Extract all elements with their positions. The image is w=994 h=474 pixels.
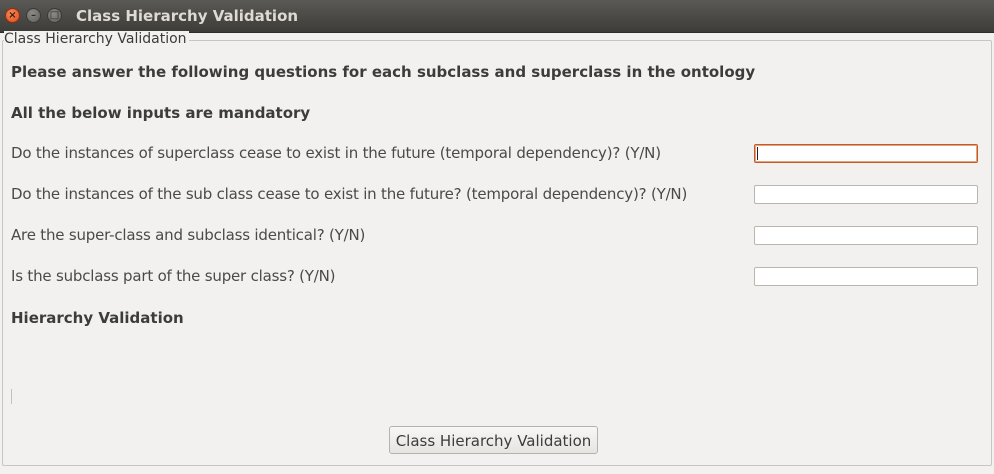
result-text-area xyxy=(11,389,12,404)
text-caret xyxy=(757,147,758,160)
result-heading: Hierarchy Validation xyxy=(11,309,184,327)
close-icon[interactable]: × xyxy=(5,8,20,23)
question-identical: Are the super-class and subclass identic… xyxy=(11,226,366,244)
answer-temporal-superclass-input[interactable] xyxy=(754,144,978,163)
answer-temporal-subclass-input[interactable] xyxy=(754,185,978,204)
question-temporal-subclass: Do the instances of the sub class cease … xyxy=(11,185,688,203)
class-hierarchy-validation-button[interactable]: Class Hierarchy Validation xyxy=(389,426,598,454)
panel-legend: Class Hierarchy Validation xyxy=(4,31,189,47)
app-window: × – □ Class Hierarchy Validation Class H… xyxy=(0,0,994,474)
instruction-heading: Please answer the following questions fo… xyxy=(11,63,756,81)
minimize-icon[interactable]: – xyxy=(26,8,41,23)
question-part-of: Is the subclass part of the super class?… xyxy=(11,267,336,285)
question-temporal-superclass: Do the instances of superclass cease to … xyxy=(11,144,661,162)
answer-part-of-input[interactable] xyxy=(754,267,978,286)
maximize-icon[interactable]: □ xyxy=(47,8,62,23)
answer-identical-input[interactable] xyxy=(754,226,978,245)
title-bar[interactable]: × – □ Class Hierarchy Validation xyxy=(0,0,994,33)
mandatory-note: All the below inputs are mandatory xyxy=(11,104,311,122)
window-title: Class Hierarchy Validation xyxy=(76,7,299,25)
